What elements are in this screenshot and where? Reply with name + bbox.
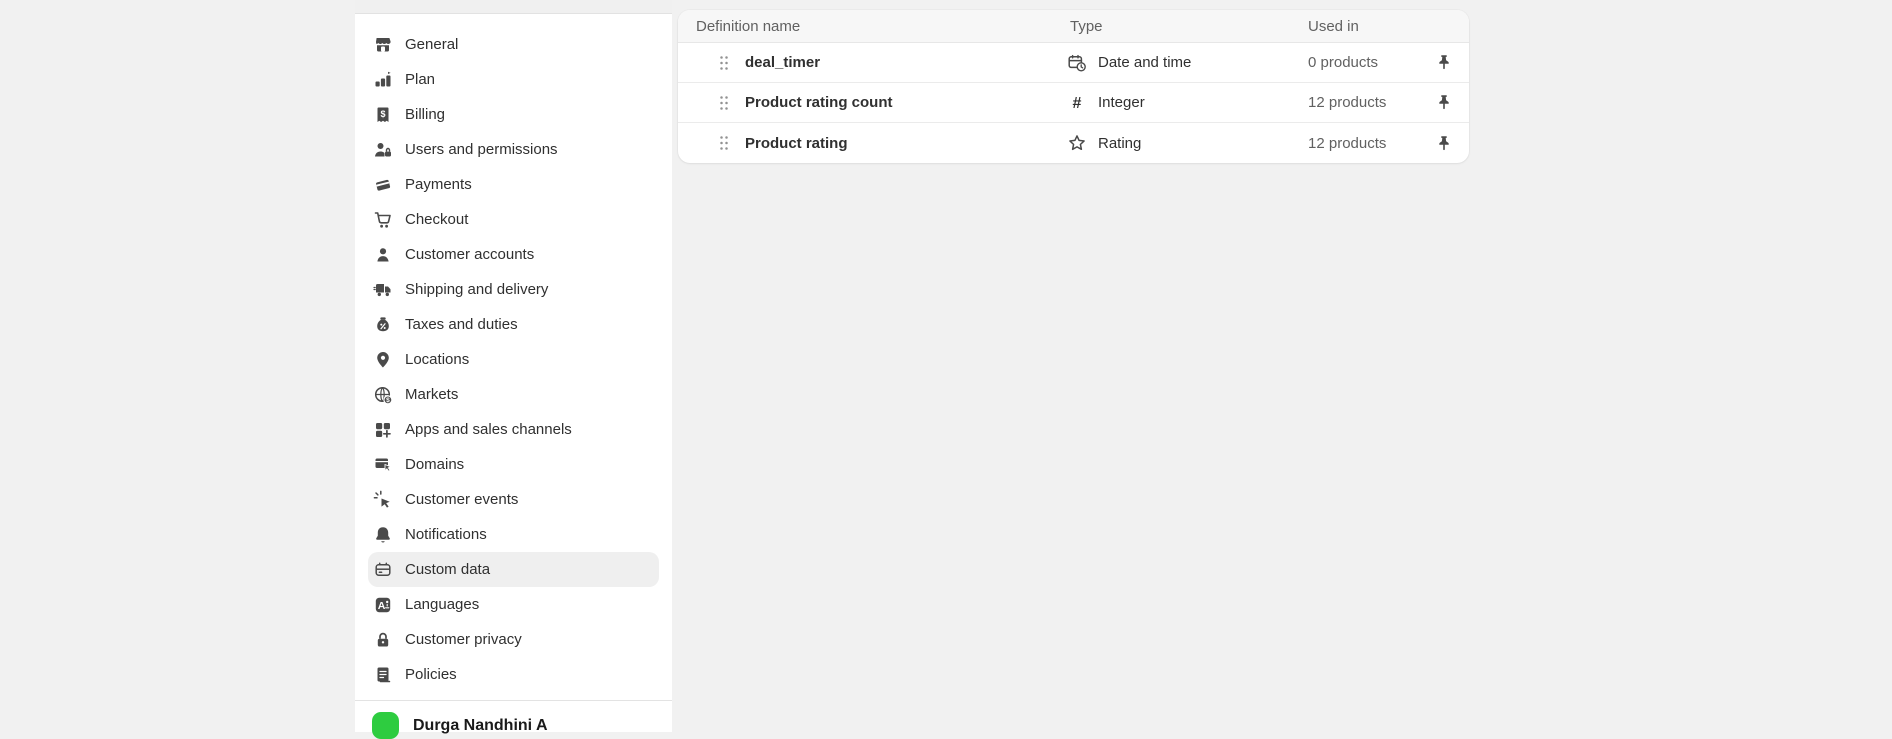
type-label: Date and time (1098, 54, 1191, 71)
column-header-used-in: Used in (1308, 18, 1469, 35)
pin-icon (1436, 135, 1452, 152)
sidebar-item-languages[interactable]: A Languages (368, 587, 659, 622)
sidebar-item-label: Customer events (405, 491, 518, 508)
sidebar-item-policies[interactable]: Policies (368, 657, 659, 692)
settings-nav: General Plan $ Billing Users and permiss… (355, 27, 672, 692)
pin-button[interactable] (1436, 54, 1452, 71)
sidebar-item-shipping-and-delivery[interactable]: Shipping and delivery (368, 272, 659, 307)
sidebar-item-label: Custom data (405, 561, 490, 578)
definition-name: Product rating (745, 135, 848, 152)
document-icon (373, 665, 393, 685)
sidebar-item-domains[interactable]: Domains (368, 447, 659, 482)
sidebar-item-taxes-and-duties[interactable]: Taxes and duties (368, 307, 659, 342)
settings-page: { "page": { "background_color": "#f1f1f1… (0, 0, 1892, 732)
sidebar-item-label: Apps and sales channels (405, 421, 572, 438)
globe-dollar-icon: $ (373, 385, 393, 405)
column-header-definition-name: Definition name (678, 18, 1070, 35)
map-pin-icon (373, 350, 393, 370)
column-header-type: Type (1070, 18, 1308, 35)
browser-cursor-icon (373, 455, 393, 475)
drag-handle-icon[interactable] (718, 53, 730, 73)
pin-icon (1436, 54, 1452, 71)
table-row-deal-timer[interactable]: deal_timer Date and time 0 products (678, 43, 1469, 83)
lock-icon (373, 630, 393, 650)
sidebar-item-custom-data[interactable]: Custom data (368, 552, 659, 587)
used-in-count: 12 products (1308, 135, 1386, 152)
definition-name: deal_timer (745, 54, 820, 71)
sidebar-item-checkout[interactable]: Checkout (368, 202, 659, 237)
table-row-product-rating[interactable]: Product rating Rating 12 products (678, 123, 1469, 163)
settings-sidebar: General Plan $ Billing Users and permiss… (355, 0, 672, 732)
metafield-definitions-table: Definition name Type Used in deal_timer … (678, 10, 1469, 163)
sidebar-item-label: Billing (405, 106, 445, 123)
sidebar-item-label: Customer privacy (405, 631, 522, 648)
svg-text:A: A (378, 599, 386, 611)
sidebar-item-apps-and-sales-channels[interactable]: Apps and sales channels (368, 412, 659, 447)
sidebar-header-divider (355, 0, 672, 14)
translate-icon: A (373, 595, 393, 615)
apps-grid-icon (373, 420, 393, 440)
svg-text:#: # (1073, 95, 1082, 112)
sidebar-item-users-and-permissions[interactable]: Users and permissions (368, 132, 659, 167)
star-icon (1067, 133, 1087, 153)
sidebar-item-label: Markets (405, 386, 458, 403)
store-icon (373, 35, 393, 55)
cart-icon (373, 210, 393, 230)
payment-card-icon (373, 175, 393, 195)
sidebar-item-plan[interactable]: Plan (368, 62, 659, 97)
type-label: Rating (1098, 135, 1141, 152)
sidebar-item-label: Checkout (405, 211, 468, 228)
sidebar-item-label: General (405, 36, 458, 53)
sidebar-item-label: Payments (405, 176, 472, 193)
money-bag-percent-icon (373, 315, 393, 335)
cursor-click-icon (373, 490, 393, 510)
sidebar-item-customer-events[interactable]: Customer events (368, 482, 659, 517)
avatar (372, 712, 399, 739)
truck-icon (373, 280, 393, 300)
sidebar-item-label: Notifications (405, 526, 487, 543)
sidebar-item-label: Shipping and delivery (405, 281, 548, 298)
table-header-row: Definition name Type Used in (678, 10, 1469, 43)
sidebar-item-label: Users and permissions (405, 141, 558, 158)
sidebar-item-locations[interactable]: Locations (368, 342, 659, 377)
pin-icon (1436, 94, 1452, 111)
used-in-count: 12 products (1308, 94, 1386, 111)
definition-name: Product rating count (745, 94, 893, 111)
used-in-count: 0 products (1308, 54, 1378, 71)
svg-text:$: $ (386, 397, 390, 404)
table-row-product-rating-count[interactable]: Product rating count # Integer 12 produc… (678, 83, 1469, 123)
sidebar-footer-divider (355, 700, 672, 701)
bell-icon (373, 525, 393, 545)
sidebar-item-customer-privacy[interactable]: Customer privacy (368, 622, 659, 657)
hash-icon: # (1067, 93, 1087, 113)
sidebar-item-label: Taxes and duties (405, 316, 518, 333)
sidebar-item-label: Customer accounts (405, 246, 534, 263)
sidebar-item-label: Locations (405, 351, 469, 368)
sidebar-item-label: Languages (405, 596, 479, 613)
sidebar-item-markets[interactable]: $ Markets (368, 377, 659, 412)
svg-text:$: $ (380, 108, 385, 118)
pin-button[interactable] (1436, 135, 1452, 152)
sidebar-item-label: Domains (405, 456, 464, 473)
sidebar-item-label: Policies (405, 666, 457, 683)
pin-button[interactable] (1436, 94, 1452, 111)
billing-icon: $ (373, 105, 393, 125)
users-lock-icon (373, 140, 393, 160)
plan-icon (373, 70, 393, 90)
sidebar-item-payments[interactable]: Payments (368, 167, 659, 202)
sidebar-item-notifications[interactable]: Notifications (368, 517, 659, 552)
drag-handle-icon[interactable] (718, 133, 730, 153)
sidebar-item-label: Plan (405, 71, 435, 88)
sidebar-item-customer-accounts[interactable]: Customer accounts (368, 237, 659, 272)
sidebar-item-general[interactable]: General (368, 27, 659, 62)
calendar-clock-icon (1067, 53, 1087, 73)
person-icon (373, 245, 393, 265)
type-label: Integer (1098, 94, 1145, 111)
drag-handle-icon[interactable] (718, 93, 730, 113)
user-account-row[interactable]: Durga Nandhini A (368, 712, 659, 739)
database-icon (373, 560, 393, 580)
sidebar-item-billing[interactable]: $ Billing (368, 97, 659, 132)
